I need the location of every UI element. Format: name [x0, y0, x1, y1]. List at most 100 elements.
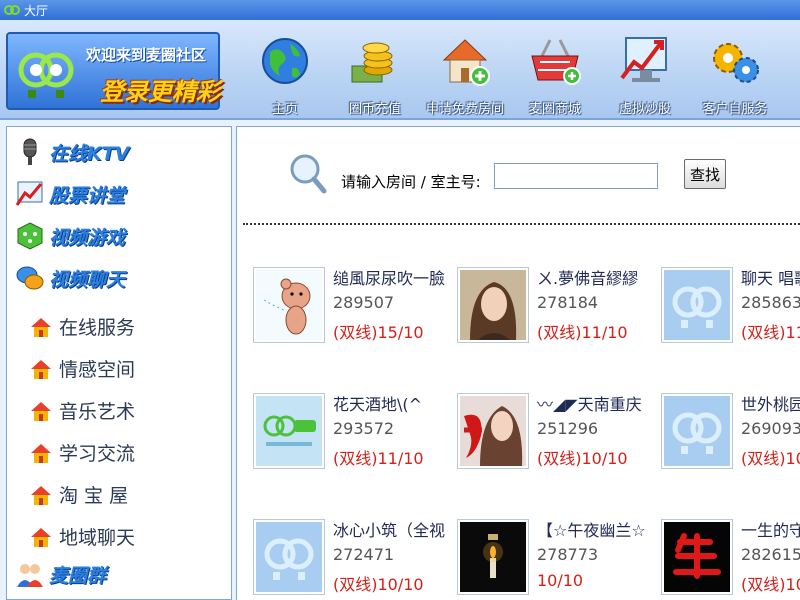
sidebar-item-label: 在线服务	[59, 317, 136, 339]
house-add-icon	[442, 39, 490, 86]
sidebar-item-label: 淘 宝 屋	[59, 485, 129, 507]
divider	[243, 223, 800, 225]
house-icon	[31, 485, 51, 505]
sidebar-category-label: 视频游戏	[49, 226, 126, 249]
room-id: 251296	[537, 419, 599, 438]
room-id: 272471	[333, 545, 395, 564]
room-card[interactable]: 缒風尿尿吹一臉 289507 (双线)15/10	[253, 267, 453, 347]
sidebar-item-study-exchange[interactable]: 学习交流	[29, 439, 135, 466]
toolbar-home-button[interactable]: 主页	[240, 28, 330, 118]
group-icon	[17, 564, 43, 587]
window-title: 大厅	[24, 3, 49, 18]
chat-bubbles-icon	[16, 266, 44, 290]
sidebar-category-label: 麦圈群	[49, 564, 107, 587]
sidebar-item-music-art[interactable]: 音乐艺术	[29, 397, 135, 424]
search-button[interactable]: 查找	[684, 159, 726, 189]
room-card[interactable]: 〰◢◤天南重庆 251296 (双线)10/10	[457, 393, 657, 473]
stock-chart-icon	[15, 181, 43, 206]
cartoon-bear-icon	[256, 270, 322, 340]
sidebar-category-label: 视频聊天	[49, 268, 126, 291]
sidebar-category-ktv[interactable]: 在线KTV	[15, 137, 129, 167]
room-status: (双线)10/10	[333, 575, 424, 594]
sidebar-category-video-chat[interactable]: 视频聊天	[15, 263, 125, 293]
room-status: (双线)11/10	[741, 323, 800, 342]
sidebar-category-label: 在线KTV	[49, 142, 130, 165]
toolbar-stocks-button[interactable]: 虚拟炒股	[600, 28, 690, 118]
toolbar-recharge-button[interactable]: 圈币充值	[330, 28, 420, 118]
globe-icon	[262, 38, 308, 84]
room-card[interactable]: 花天酒地\(^ 293572 (双线)11/10	[253, 393, 453, 473]
room-search-input[interactable]	[494, 163, 658, 189]
sidebar-item-online-service[interactable]: 在线服务	[29, 313, 135, 340]
room-thumbnail	[661, 393, 733, 469]
sidebar-category-stock-class[interactable]: 股票讲堂	[15, 179, 125, 209]
sidebar-item-label: 学习交流	[59, 443, 136, 465]
sidebar-category-group[interactable]: 麦圈群	[15, 559, 106, 589]
room-card[interactable]: 世外桃园 269093 (双线)10/10	[661, 393, 800, 473]
default-logo-icon	[664, 396, 730, 466]
woman-red-photo-icon	[460, 396, 526, 466]
room-name: 世外桃园	[741, 395, 800, 414]
microphone-icon	[23, 138, 37, 165]
room-status: (双线)11/10	[333, 449, 424, 468]
default-logo-icon	[664, 270, 730, 340]
sidebar-category-video-games[interactable]: 视频游戏	[15, 221, 125, 251]
room-id: 285863	[741, 293, 800, 312]
room-thumbnail	[457, 267, 529, 343]
login-slogan[interactable]: 登录更精彩	[100, 72, 220, 107]
default-logo-icon	[256, 522, 322, 592]
toolbar-apply-room-button[interactable]: 申请免费房间	[420, 28, 510, 118]
room-id: 269093	[741, 419, 800, 438]
room-id: 289507	[333, 293, 395, 312]
room-card[interactable]: 一生的守 282615 (双线)10/10	[661, 519, 800, 599]
room-status: 10/10	[537, 571, 584, 590]
room-name: 冰心小筑（全视	[333, 521, 446, 540]
house-icon	[31, 359, 51, 379]
welcome-text: 欢迎来到麦圈社区	[86, 46, 207, 64]
room-status: (双线)15/10	[333, 323, 424, 342]
main-content: 请输入房间 / 室主号: 查找 缒風尿尿吹一臉 289507 (双线)15/10	[236, 126, 800, 600]
room-name: 花天酒地\(^	[333, 395, 423, 414]
sidebar-item-emotion-space[interactable]: 情感空间	[29, 355, 135, 382]
house-icon	[31, 401, 51, 421]
stock-chart-icon	[620, 37, 667, 82]
room-thumbnail	[661, 519, 733, 595]
toolbar-mall-label: 麦圈商城	[528, 102, 581, 117]
house-icon	[31, 527, 51, 547]
toolbar: 主页 圈币充值 申请免费房间 麦圈商城 虚拟炒股 客户自服务	[240, 28, 780, 118]
woman-photo-icon	[460, 270, 526, 340]
room-thumbnail	[661, 267, 733, 343]
room-card[interactable]: 冰心小筑（全视 272471 (双线)10/10	[253, 519, 453, 599]
brand-logo-icon	[18, 52, 74, 98]
room-id: 278184	[537, 293, 599, 312]
room-status: (双线)10/10	[741, 449, 800, 468]
house-icon	[31, 443, 51, 463]
sidebar-item-label: 音乐艺术	[59, 401, 136, 423]
room-card[interactable]: ㄨ.夢佛音繆繆 278184 (双线)11/10	[457, 267, 657, 347]
sidebar-item-regional-chat[interactable]: 地域聊天	[29, 523, 135, 550]
sidebar-item-taobao-house[interactable]: 淘 宝 屋	[29, 481, 128, 508]
toolbar-self-service-button[interactable]: 客户自服务	[690, 28, 780, 118]
room-status: (双线)10/10	[537, 449, 628, 468]
room-status: (双线)10/10	[741, 575, 800, 594]
room-thumbnail	[457, 393, 529, 469]
room-card[interactable]: 聊天 唱歌 285863 (双线)11/10	[661, 267, 800, 347]
red-character-icon	[664, 522, 730, 592]
toolbar-home-label: 主页	[271, 102, 298, 117]
room-id: 293572	[333, 419, 395, 438]
room-id: 278773	[537, 545, 599, 564]
header: 欢迎来到麦圈社区 登录更精彩 主页 圈币充值 申请免费房间 麦圈商城 虚拟炒股 …	[0, 20, 800, 120]
room-card[interactable]: 【☆午夜幽兰☆ 278773 10/10	[457, 519, 657, 599]
dark-candle-icon	[460, 522, 526, 592]
room-thumbnail	[253, 267, 325, 343]
room-name: ㄨ.夢佛音繆繆	[537, 269, 639, 288]
sidebar: 在线KTV 股票讲堂 视频游戏 视频聊天 在线服务 情感空间 音乐艺术 学习交流…	[6, 126, 232, 600]
room-thumbnail	[253, 393, 325, 469]
toolbar-mall-button[interactable]: 麦圈商城	[510, 28, 600, 118]
room-name: 〰◢◤天南重庆	[537, 395, 642, 414]
toolbar-self-service-label: 客户自服务	[702, 102, 768, 117]
coins-icon	[351, 42, 393, 83]
magnifier-icon	[290, 154, 327, 194]
sidebar-item-label: 情感空间	[59, 359, 136, 381]
login-banner[interactable]: 欢迎来到麦圈社区 登录更精彩	[6, 32, 220, 110]
